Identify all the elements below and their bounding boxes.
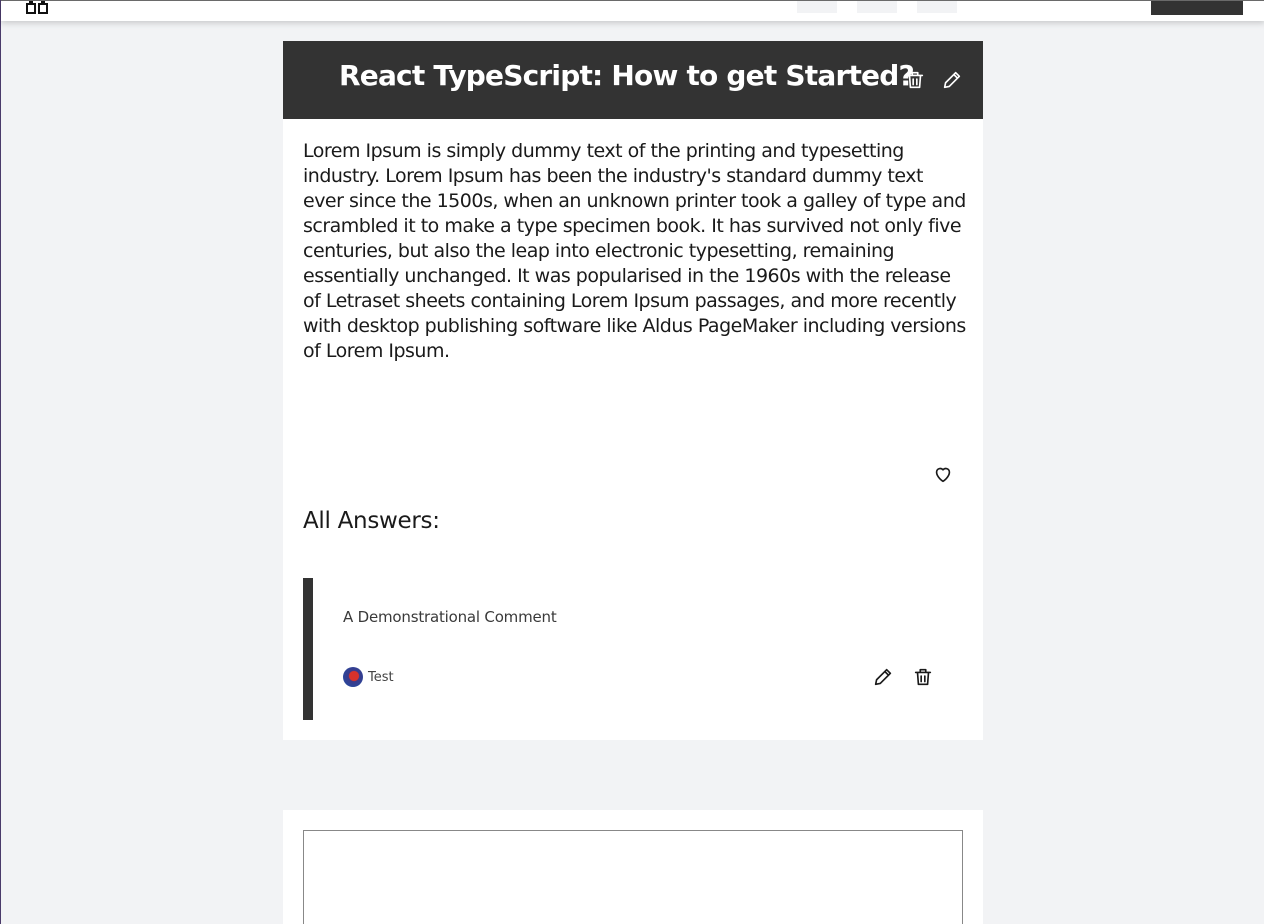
trash-icon[interactable] (912, 666, 934, 688)
nav-button-1[interactable] (797, 1, 837, 13)
pencil-icon[interactable] (872, 666, 894, 688)
top-navbar (1, 0, 1264, 21)
trash-icon[interactable] (904, 69, 926, 91)
nav-button-3[interactable] (917, 1, 957, 13)
question-body: Lorem Ipsum is simply dummy text of the … (303, 140, 966, 362)
question-title: React TypeScript: How to get Started? (339, 59, 915, 92)
heart-icon[interactable] (932, 463, 954, 485)
avatar[interactable] (343, 667, 363, 687)
nav-button-2[interactable] (857, 1, 897, 13)
binoculars-icon[interactable] (25, 1, 49, 14)
question-header: React TypeScript: How to get Started? (283, 41, 983, 119)
answer-textarea[interactable] (303, 830, 963, 924)
answer-author[interactable]: Test (368, 670, 394, 685)
pencil-icon[interactable] (941, 69, 963, 91)
answer-item: A Demonstrational Comment Test (303, 578, 963, 720)
account-button[interactable] (1151, 1, 1243, 15)
question-card: React TypeScript: How to get Started? Lo… (283, 41, 983, 740)
answer-text: A Demonstrational Comment (343, 608, 557, 626)
answers-heading: All Answers: (303, 508, 440, 534)
new-answer-card (283, 810, 983, 924)
